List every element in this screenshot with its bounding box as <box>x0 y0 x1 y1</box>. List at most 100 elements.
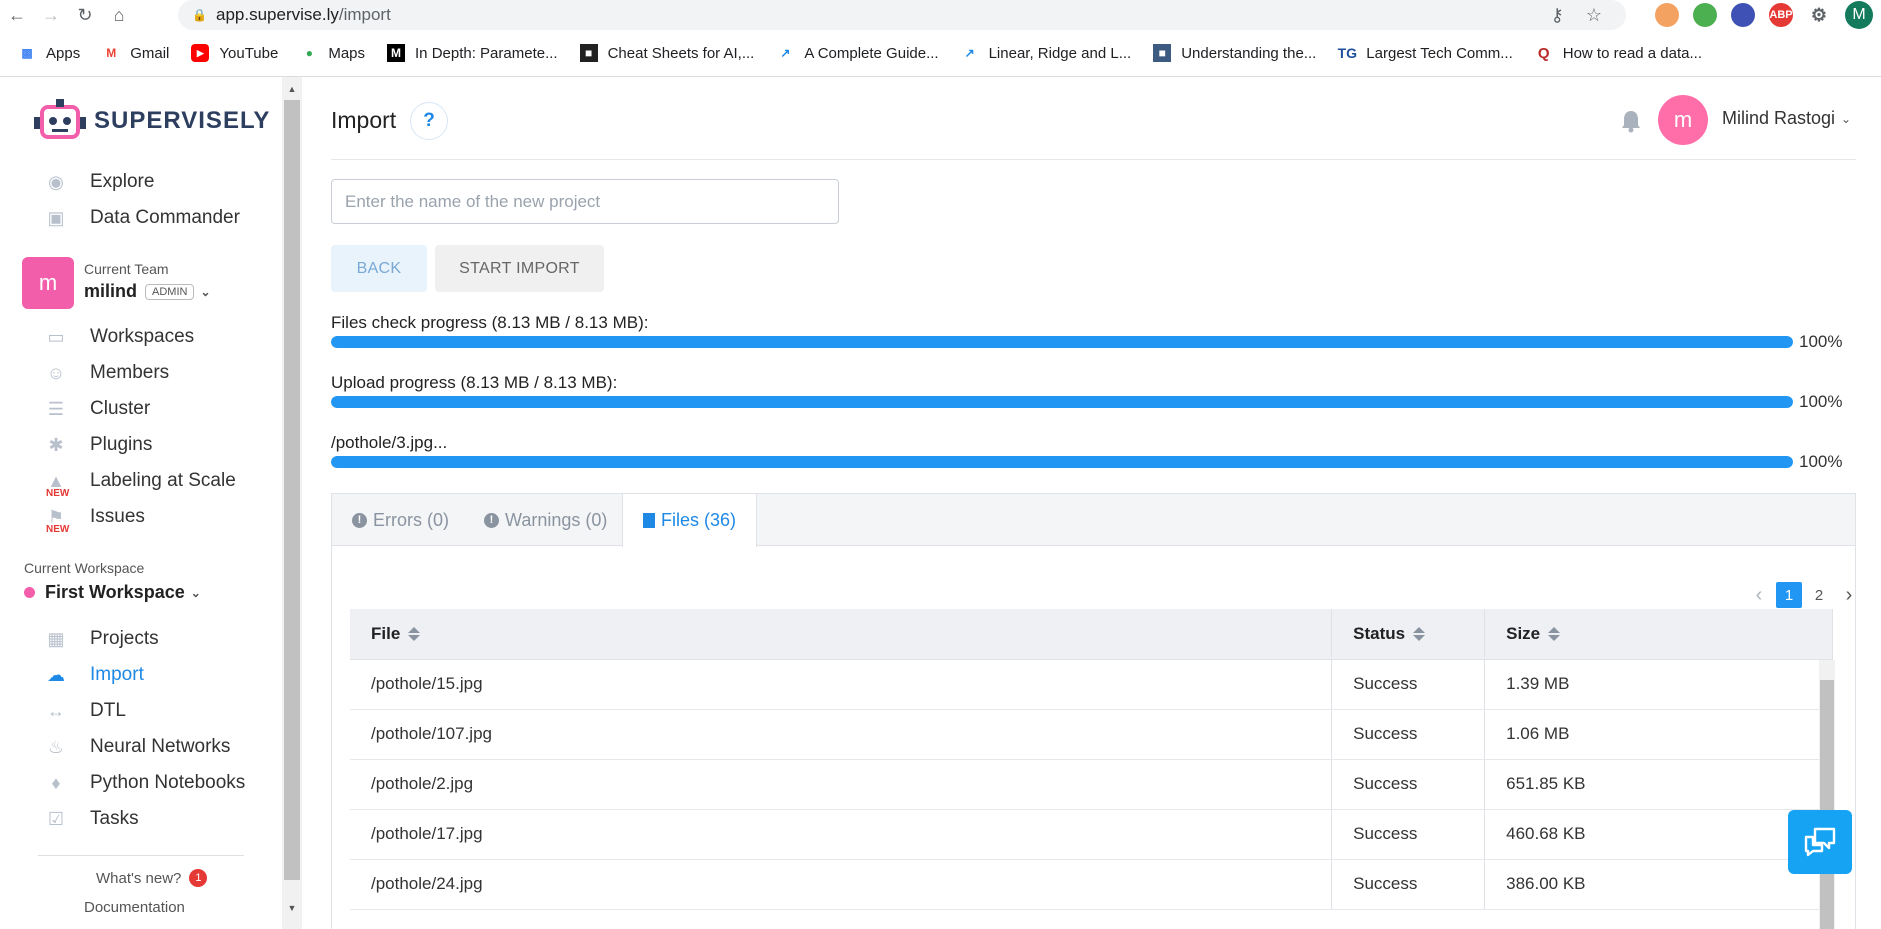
workspace-selector[interactable]: First Workspace ⌄ <box>24 582 201 603</box>
user-menu[interactable]: Milind Rastogi ⌄ <box>1722 108 1851 129</box>
next-page-chevron-icon[interactable]: › <box>1836 582 1862 608</box>
current-file-progress-label: /pothole/3.jpg... <box>331 433 448 452</box>
sidebar-divider <box>38 855 244 856</box>
key-icon[interactable]: ⚷ <box>1551 5 1564 26</box>
documentation-link[interactable]: Documentation <box>84 899 185 916</box>
sidebar-item-explore[interactable]: ◉ Explore <box>44 171 154 193</box>
tg-logo-icon: TG <box>1337 45 1358 61</box>
extension-orange-icon[interactable] <box>1655 3 1679 27</box>
file-cell: /pothole/15.jpg <box>350 659 1333 710</box>
sidebar-item-projects[interactable]: ▦ Projects <box>44 628 158 650</box>
workspace-label: Current Workspace <box>24 560 145 576</box>
table-scrollbar-thumb[interactable] <box>1820 680 1834 929</box>
help-button[interactable]: ? <box>410 102 448 140</box>
reload-icon[interactable]: ↻ <box>68 1 102 29</box>
size-cell: 386.00 KB <box>1484 859 1833 910</box>
status-cell: Success <box>1331 809 1486 860</box>
chart-line-icon: ↗ <box>780 46 791 60</box>
table-scrollbar[interactable] <box>1819 660 1835 929</box>
flame-icon: ♨ <box>47 736 65 757</box>
puzzle-icon: ✱ <box>48 434 64 455</box>
bell-icon[interactable] <box>1620 109 1642 133</box>
sidebar-item-neural-networks[interactable]: ♨ Neural Networks <box>44 736 231 758</box>
extensions-area: ABP ⚙ M <box>1655 0 1873 30</box>
files-check-progress-percent: 100% <box>1799 332 1843 351</box>
file-cell: /pothole/17.jpg <box>350 809 1333 860</box>
monitor-icon: ▭ <box>47 326 65 347</box>
sidebar-item-data-commander[interactable]: ▣ Data Commander <box>44 207 239 229</box>
address-bar[interactable]: 🔒 app.supervise.ly /import ⚷ ☆ <box>178 0 1626 30</box>
chevron-down-icon: ⌄ <box>1841 111 1852 126</box>
column-header-size[interactable]: Size <box>1484 609 1833 660</box>
size-cell: 460.68 KB <box>1484 809 1833 860</box>
browser-profile-avatar[interactable]: M <box>1845 1 1873 29</box>
upload-progress-percent: 100% <box>1799 392 1843 411</box>
bell-svg <box>1622 111 1640 133</box>
bookmark-apps[interactable]: ▩ Apps <box>18 44 80 62</box>
results-tabs-panel: ! Errors (0) ! Warnings (0) Files (36) ‹… <box>331 493 1856 929</box>
user-avatar[interactable]: m <box>1658 95 1708 145</box>
flag-icon: ⚑ NEW <box>46 506 70 536</box>
bookmark-complete-guide[interactable]: ↗ A Complete Guide... <box>776 44 938 62</box>
sidebar-item-dtl[interactable]: ↔ DTL <box>44 700 126 722</box>
quora-icon: Q <box>1537 44 1550 62</box>
file-cell: /pothole/24.jpg <box>350 859 1333 910</box>
globe-icon: ◉ <box>48 171 64 192</box>
header-divider <box>331 159 1856 160</box>
sidebar-item-tasks[interactable]: ☑ Tasks <box>44 808 139 830</box>
tab-warnings[interactable]: ! Warnings (0) <box>464 494 627 546</box>
page-1-button[interactable]: 1 <box>1776 582 1802 608</box>
tab-errors[interactable]: ! Errors (0) <box>332 494 469 546</box>
bookmark-largest-tech[interactable]: TG Largest Tech Comm... <box>1337 44 1513 62</box>
sidebar-item-plugins[interactable]: ✱ Plugins <box>44 434 152 456</box>
back-button[interactable]: BACK <box>331 245 427 292</box>
bookmark-understanding[interactable]: ■ Understanding the... <box>1153 44 1316 62</box>
new-badge: NEW <box>46 524 70 535</box>
sidebar-item-workspaces[interactable]: ▭ Workspaces <box>44 326 194 348</box>
column-header-file[interactable]: File <box>350 609 1333 660</box>
team-avatar[interactable]: m <box>22 257 74 309</box>
sidebar-item-python-notebooks[interactable]: ♦ Python Notebooks <box>44 772 245 794</box>
prev-page-chevron-icon[interactable]: ‹ <box>1746 582 1772 608</box>
start-import-button[interactable]: START IMPORT <box>435 245 604 292</box>
bookmark-youtube[interactable]: ▶ YouTube <box>191 44 278 62</box>
bookmark-maps[interactable]: ● Maps <box>300 44 365 62</box>
whats-new-link[interactable]: What's new? 1 <box>96 869 208 887</box>
sidebar-item-cluster[interactable]: ☰ Cluster <box>44 398 150 420</box>
forward-arrow-icon[interactable]: → <box>34 1 68 29</box>
sidebar-scrollbar-thumb[interactable] <box>284 100 300 880</box>
team-selector[interactable]: milind ADMIN ⌄ <box>84 281 211 302</box>
bookmark-gmail[interactable]: M Gmail <box>102 44 169 62</box>
youtube-icon: ▶ <box>191 44 210 62</box>
upload-progress-bar <box>331 396 1793 408</box>
back-arrow-icon[interactable]: ← <box>0 1 34 29</box>
adblock-icon[interactable]: ABP <box>1769 3 1793 27</box>
tab-files[interactable]: Files (36) <box>622 494 758 547</box>
scroll-up-arrow-icon[interactable]: ▲ <box>286 84 298 94</box>
robot-logo-icon <box>34 99 86 139</box>
scroll-down-arrow-icon[interactable]: ▼ <box>286 903 298 913</box>
current-file-progress-fill <box>331 456 1793 468</box>
current-file-progress-percent: 100% <box>1799 452 1843 471</box>
sidebar-item-labeling-at-scale[interactable]: ▲ NEW Labeling at Scale <box>44 470 236 499</box>
home-icon[interactable]: ⌂ <box>102 1 136 29</box>
column-header-status[interactable]: Status <box>1331 609 1486 660</box>
supervisely-logo[interactable]: SUPERVISELY <box>34 99 270 143</box>
star-icon[interactable]: ☆ <box>1586 5 1602 26</box>
extension-green-icon[interactable] <box>1693 3 1717 27</box>
sidebar-item-import[interactable]: ☁ Import <box>44 664 144 686</box>
page-2-button[interactable]: 2 <box>1806 582 1832 608</box>
project-name-input[interactable] <box>331 179 839 224</box>
extension-blue-icon[interactable] <box>1731 3 1755 27</box>
sidebar-item-members[interactable]: ☺ Members <box>44 362 169 384</box>
sidebar-item-issues[interactable]: ⚑ NEW Issues <box>44 506 145 536</box>
chevron-down-icon: ⌄ <box>190 585 201 600</box>
chat-support-button[interactable] <box>1788 810 1852 874</box>
file-cell: /pothole/2.jpg <box>350 759 1333 810</box>
bookmark-cheatsheets[interactable]: ■ Cheat Sheets for AI,... <box>579 44 754 62</box>
bookmark-medium[interactable]: M In Depth: Paramete... <box>387 44 558 62</box>
bookmark-linear-ridge[interactable]: ↗ Linear, Ridge and L... <box>961 44 1132 62</box>
puzzle-icon[interactable]: ⚙ <box>1807 3 1831 27</box>
status-cell: Success <box>1331 709 1486 760</box>
bookmark-quora[interactable]: Q How to read a data... <box>1535 44 1702 62</box>
